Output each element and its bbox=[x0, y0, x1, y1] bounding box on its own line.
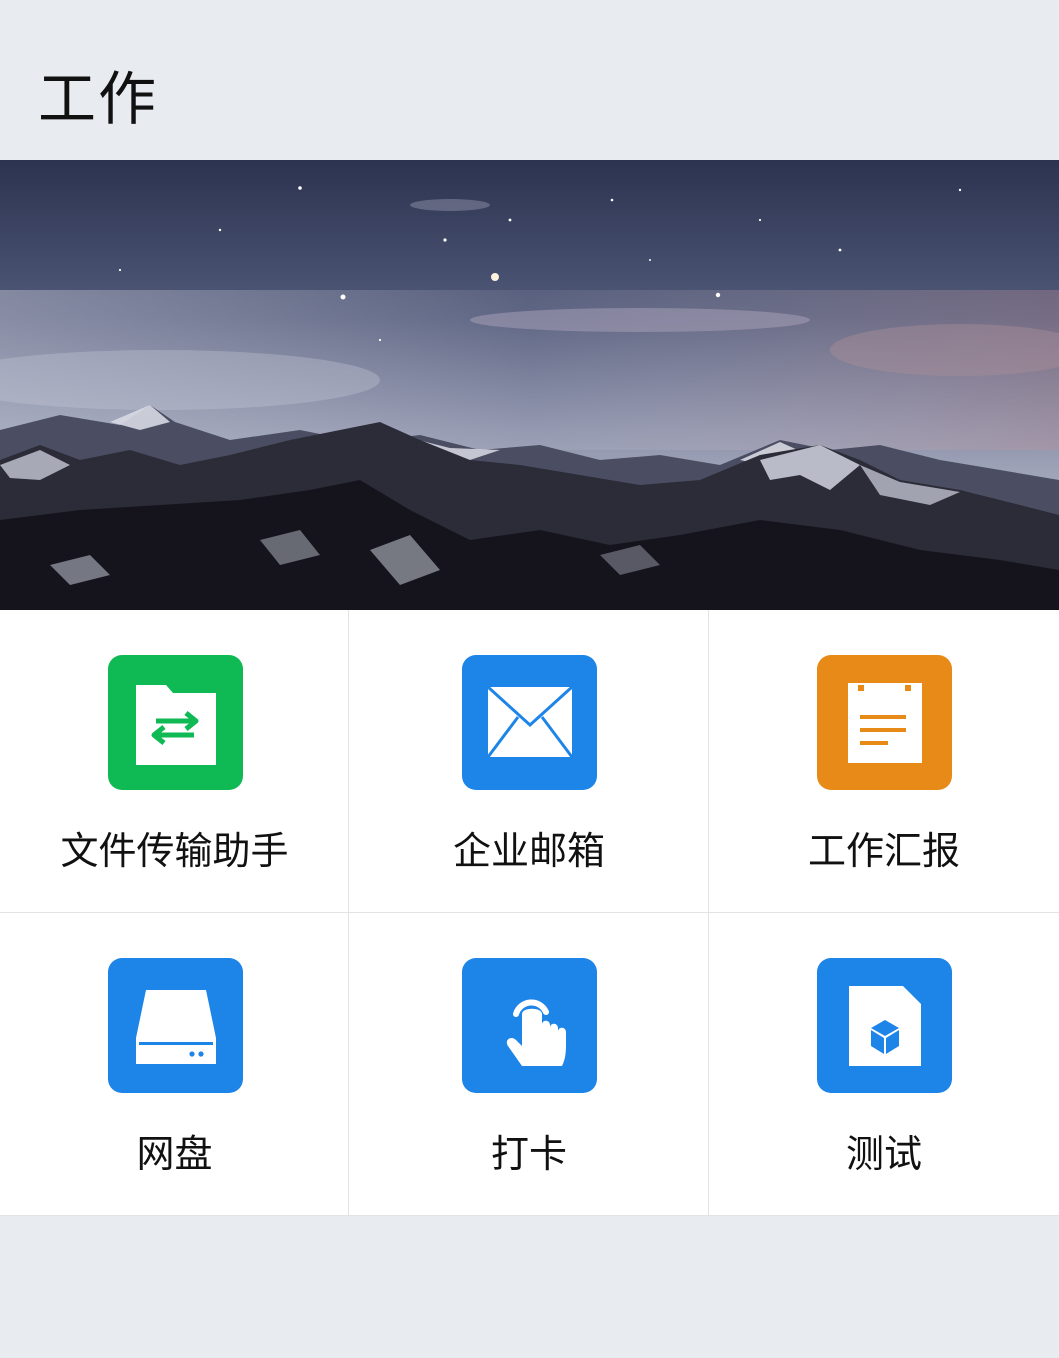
tap-hand-icon bbox=[462, 958, 597, 1093]
app-check-in[interactable]: 打卡 bbox=[349, 913, 709, 1216]
app-label: 网盘 bbox=[136, 1132, 213, 1176]
app-file-transfer[interactable]: 文件传输助手 bbox=[0, 610, 349, 913]
app-label: 文件传输助手 bbox=[60, 829, 289, 873]
app-test[interactable]: 测试 bbox=[709, 913, 1059, 1216]
app-label: 测试 bbox=[845, 1132, 922, 1176]
app-network-drive[interactable]: 网盘 bbox=[0, 913, 349, 1216]
app-label: 企业邮箱 bbox=[452, 829, 605, 873]
banner-image[interactable] bbox=[0, 160, 1059, 610]
app-enterprise-mail[interactable]: 企业邮箱 bbox=[349, 610, 709, 913]
page-title: 工作 bbox=[38, 65, 159, 133]
app-label: 打卡 bbox=[490, 1132, 567, 1176]
header: 工作 bbox=[0, 0, 1059, 160]
report-icon bbox=[817, 655, 952, 790]
app-label: 工作汇报 bbox=[807, 829, 960, 873]
mail-icon bbox=[462, 655, 597, 790]
app-work-report[interactable]: 工作汇报 bbox=[709, 610, 1059, 913]
app-box-icon bbox=[817, 958, 952, 1093]
drive-icon bbox=[107, 958, 243, 1093]
app-grid: 文件传输助手 企业邮箱 工作汇报 网盘 打卡 测试 bbox=[0, 610, 1059, 1216]
file-transfer-icon bbox=[107, 655, 243, 790]
mountain-night-image bbox=[0, 160, 1059, 610]
